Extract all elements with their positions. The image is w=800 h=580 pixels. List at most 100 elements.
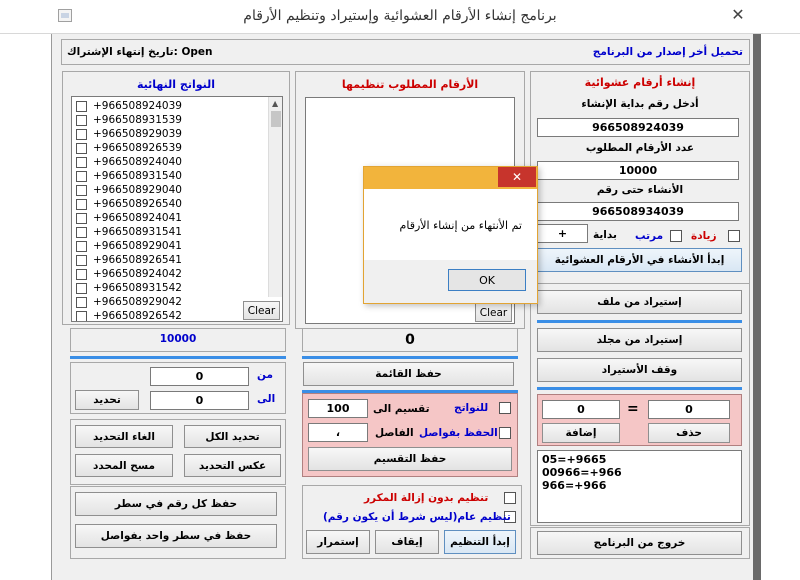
increase-checkbox[interactable] — [728, 230, 740, 242]
dialog-close-icon[interactable]: ✕ — [498, 167, 536, 187]
list-item-checkbox[interactable] — [76, 282, 87, 294]
list-item-checkbox[interactable] — [76, 100, 87, 112]
list-item-text: +966508929042 — [93, 296, 182, 308]
list-item-checkbox[interactable] — [76, 184, 87, 196]
list-item-text: +966508929039 — [93, 128, 182, 140]
save-each-line-button[interactable]: حفظ كل رقم في سطر — [75, 492, 277, 516]
list-item[interactable]: +966508924039 — [72, 99, 268, 113]
list-item[interactable]: +966508931541 — [72, 225, 268, 239]
equals-sign: = — [627, 401, 639, 417]
scroll-thumb[interactable] — [271, 111, 281, 127]
list-item-checkbox[interactable] — [76, 310, 87, 321]
to-results-checkbox[interactable] — [499, 402, 511, 414]
list-item-checkbox[interactable] — [76, 114, 87, 126]
list-item-checkbox[interactable] — [76, 296, 87, 308]
range-group: من 0 الى 0 تحديد — [70, 362, 286, 414]
list-item[interactable]: +966508926541 — [72, 253, 268, 267]
save-split-button[interactable]: حفظ التقسيم — [308, 447, 512, 471]
start-number-input[interactable]: 966508924039 — [537, 118, 739, 137]
until-number-input[interactable]: 966508934039 — [537, 202, 739, 221]
list-item-checkbox[interactable] — [76, 156, 87, 168]
list-item[interactable]: +966508929042 — [72, 295, 268, 309]
continue-button[interactable]: إستمرار — [306, 530, 370, 554]
list-item[interactable]: +966508926542 — [72, 309, 268, 321]
rule-line: 00966=+966 — [542, 466, 622, 479]
import-from-file-button[interactable]: إستيراد من ملف — [537, 290, 742, 314]
list-item-checkbox[interactable] — [76, 198, 87, 210]
save-with-commas-checkbox[interactable] — [499, 427, 511, 439]
pause-button[interactable]: إيقاف — [375, 530, 439, 554]
dialog-title-bar[interactable]: ✕ — [364, 167, 537, 189]
replace-to-input[interactable]: 0 — [542, 400, 620, 419]
no-dup-checkbox[interactable] — [504, 492, 516, 504]
list-item[interactable]: +966508929039 — [72, 127, 268, 141]
split-label: تقسيم الى — [373, 403, 430, 415]
results-count-box: 10000 — [70, 328, 286, 352]
list-item-checkbox[interactable] — [76, 170, 87, 182]
replace-rules-textarea[interactable]: 05=+9665 00966=+966 966=+966 — [537, 450, 742, 523]
save-list-button[interactable]: حفظ القائمة — [303, 362, 514, 386]
from-input[interactable]: 0 — [150, 367, 249, 386]
save-one-line-button[interactable]: حفظ في سطر واحد بفواصل — [75, 524, 277, 548]
dialog-ok-button[interactable]: OK — [448, 269, 526, 291]
list-item[interactable]: +966508931539 — [72, 113, 268, 127]
start-generate-button[interactable]: إبدأ الأنشاء في الأرقام العشوائية — [537, 248, 742, 272]
list-item[interactable]: +966508929040 — [72, 183, 268, 197]
results-rows: +966508924039 +966508931539 +966508929039 +… — [72, 99, 268, 321]
selection-group: تحديد الكل الغاء التحديد عكس التحديد مسح… — [70, 419, 286, 485]
save-group: حفظ كل رقم في سطر حفظ في سطر واحد بفواصل — [70, 486, 286, 559]
stop-import-button[interactable]: وقف الأستيراد — [537, 358, 742, 382]
scroll-up-icon[interactable]: ▲ — [272, 99, 278, 108]
window-close-icon[interactable]: ✕ — [726, 4, 750, 26]
add-rule-button[interactable]: إضافة — [542, 423, 620, 443]
list-item-text: +966508926540 — [93, 198, 182, 210]
results-scrollbar[interactable]: ▲ — [268, 97, 282, 297]
organize-count: 0 — [405, 332, 415, 348]
separator-input[interactable]: ، — [308, 423, 368, 442]
results-clear-button[interactable]: Clear — [243, 301, 280, 320]
prefix-input[interactable]: + — [537, 224, 588, 243]
import-group: إستيراد من ملف إستيراد من مجلد وقف الأست… — [530, 283, 750, 526]
list-item-checkbox[interactable] — [76, 268, 87, 280]
results-list[interactable]: +966508924039 +966508931539 +966508929039 +… — [71, 96, 283, 322]
import-from-folder-button[interactable]: إستيراد من مجلد — [537, 328, 742, 352]
count-input[interactable]: 10000 — [537, 161, 739, 180]
replace-from-input[interactable]: 0 — [648, 400, 730, 419]
list-item-checkbox[interactable] — [76, 212, 87, 224]
ordered-checkbox[interactable] — [670, 230, 682, 242]
list-item[interactable]: +966508931542 — [72, 281, 268, 295]
count-label: عدد الأرقام المطلوب — [585, 142, 695, 154]
invert-selection-button[interactable]: عكس التحديد — [184, 454, 281, 477]
list-item[interactable]: +966508929041 — [72, 239, 268, 253]
exit-button[interactable]: خروج من البرنامج — [537, 531, 742, 555]
list-item-checkbox[interactable] — [76, 254, 87, 266]
delete-selected-button[interactable]: مسح المحدد — [75, 454, 173, 477]
title-bar[interactable]: برنامج إنشاء الأرقام العشوائية وإستيراد … — [0, 0, 800, 34]
list-item-checkbox[interactable] — [76, 142, 87, 154]
list-item[interactable]: +966508926540 — [72, 197, 268, 211]
list-item[interactable]: +966508924040 — [72, 155, 268, 169]
download-latest-link[interactable]: تحميل أخر إصدار من البرنامج — [593, 46, 743, 58]
split-input[interactable]: 100 — [308, 399, 368, 418]
select-all-button[interactable]: تحديد الكل — [184, 425, 281, 448]
split-panel: للنواتج تقسيم الى 100 الحفظ بفواصل الفاص… — [302, 393, 518, 477]
separator — [537, 387, 742, 390]
list-item[interactable]: +966508924042 — [72, 267, 268, 281]
prefix-label: بداية — [593, 229, 617, 241]
organize-clear-button[interactable]: Clear — [475, 303, 512, 322]
list-item[interactable]: +966508924041 — [72, 211, 268, 225]
results-title: النواتج النهائية — [136, 78, 216, 91]
list-item[interactable]: +966508931540 — [72, 169, 268, 183]
no-dup-label: تنظيم بدون إزالة المكرر — [364, 492, 489, 504]
list-item[interactable]: +966508926539 — [72, 141, 268, 155]
delete-rule-button[interactable]: حذف — [648, 423, 730, 443]
list-item-text: +966508924039 — [93, 100, 182, 112]
list-item-checkbox[interactable] — [76, 128, 87, 140]
select-range-button[interactable]: تحديد — [75, 390, 139, 410]
list-item-checkbox[interactable] — [76, 240, 87, 252]
deselect-button[interactable]: الغاء التحديد — [75, 425, 173, 448]
start-organize-button[interactable]: إبدأ التنظيم — [444, 530, 516, 554]
to-input[interactable]: 0 — [150, 391, 249, 410]
replace-panel: 0 = 0 حذف إضافة — [537, 394, 742, 446]
list-item-checkbox[interactable] — [76, 226, 87, 238]
